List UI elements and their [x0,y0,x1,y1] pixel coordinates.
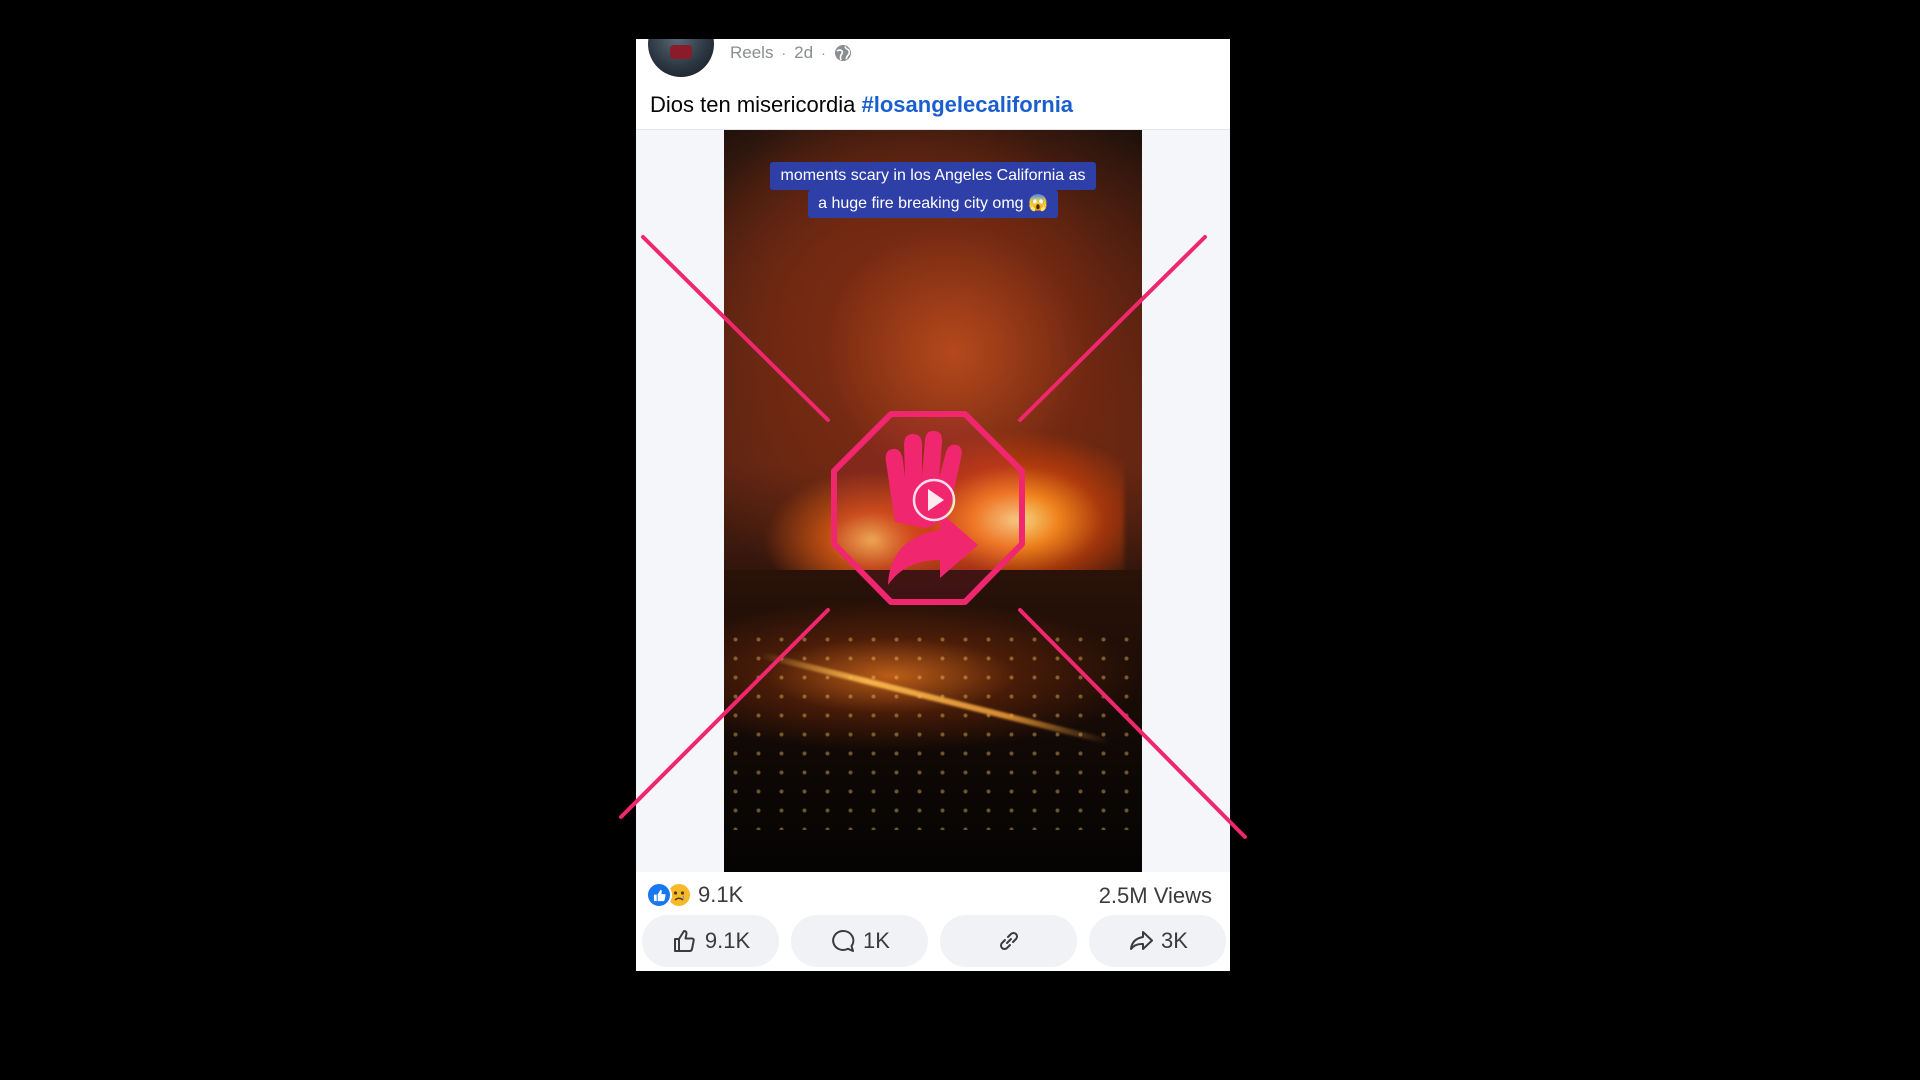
copy-link-button[interactable] [940,915,1077,967]
caption-hashtag[interactable]: #losangelecalifornia [862,92,1074,117]
share-icon [1130,931,1154,950]
view-count: 2.5M Views [1098,883,1212,908]
like-count: 9.1K [704,928,751,953]
share-count: 3K [1161,928,1188,953]
like-button[interactable]: 9.1K [642,915,779,967]
post-age[interactable]: 2d [794,43,813,63]
link-icon [999,931,1018,951]
video-container[interactable]: moments scary in los Angeles California … [636,130,1230,872]
post-header: Reels · 2d · [636,39,1230,79]
meta-separator: · [781,45,787,61]
thumbs-up-icon [673,930,695,952]
post-card: Reels · 2d · Dios ten misericordia #losa… [636,39,1230,971]
video-player[interactable]: moments scary in los Angeles California … [724,130,1142,872]
action-bar: 9.1K 1K 3K [642,915,1226,967]
post-meta: Reels · 2d · [730,43,852,63]
banner-line-2: a huge fire breaking city omg 😱 [808,190,1058,218]
comment-button[interactable]: 1K [791,915,928,967]
like-reaction-icon [646,882,672,908]
comment-count: 1K [863,928,890,953]
globe-icon [834,45,851,61]
meta-separator: · [821,45,826,61]
reaction-count: 9.1K [698,882,744,907]
post-caption: Dios ten misericordia #losangelecaliforn… [650,92,1073,118]
banner-line-1: moments scary in los Angeles California … [770,162,1096,190]
post-stats: 9.1K 2.5M Views [636,872,1230,916]
share-button[interactable]: 3K [1089,915,1226,967]
caption-text: Dios ten misericordia [650,92,862,117]
comment-icon [832,929,855,952]
screen: Reels · 2d · Dios ten misericordia #losa… [0,0,1920,1080]
video-caption-banner: moments scary in los Angeles California … [738,162,1128,218]
avatar[interactable] [648,39,714,77]
reactions-summary[interactable]: 9.1K [646,882,743,908]
post-source[interactable]: Reels [730,43,773,63]
